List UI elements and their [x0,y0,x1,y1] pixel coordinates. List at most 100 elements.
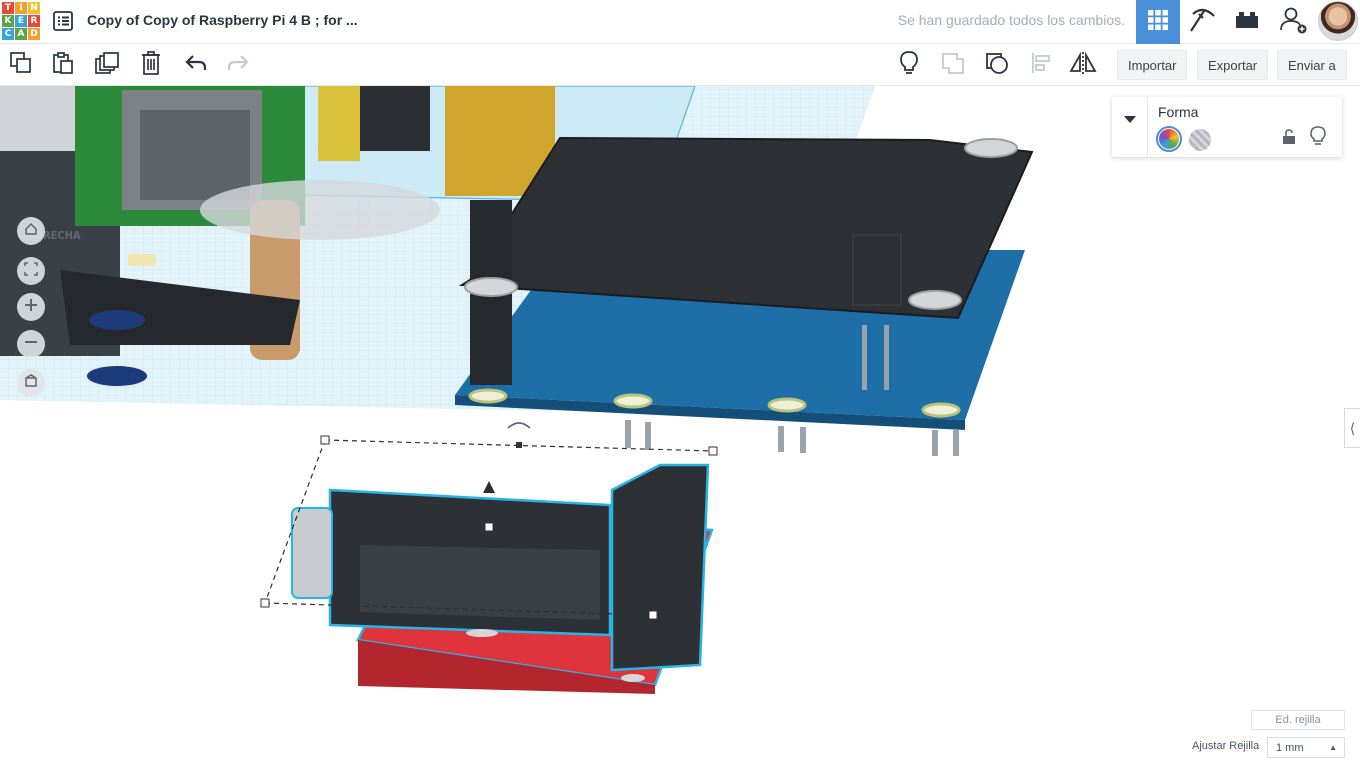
show-all-button[interactable] [894,50,924,80]
top-bar: TIN KER CAD Copy of Copy of Raspberry Pi 4… [0,0,1360,44]
snap-grid-label: Ajustar Rejilla [1192,740,1260,752]
ethernet-socket [140,110,250,200]
import-button[interactable]: Importar [1117,50,1188,80]
group-icon [940,51,966,80]
duplicate-icon [94,51,120,80]
delete-button[interactable] [136,50,166,80]
home-icon [24,222,38,241]
ungroup-icon [984,51,1010,80]
logo-tile: T [2,2,14,14]
lift-arrow-icon[interactable] [483,481,495,493]
resize-handle-ne[interactable] [708,446,718,456]
resize-handle-se[interactable] [648,610,658,620]
side-panel-toggle[interactable]: ⟨ [1344,408,1360,448]
solid-color-button[interactable] [1156,126,1182,152]
copy-icon [9,51,33,80]
washer-3 [964,138,1018,158]
brick-icon [1235,10,1259,35]
home-view-button[interactable] [17,217,45,245]
snap-grid-select[interactable]: 1 mm ▲ [1267,737,1345,758]
unlock-icon [1282,129,1296,149]
adapter-hole [466,629,498,637]
chevron-down-icon [1123,111,1137,129]
shape-inspector: Forma [1112,97,1342,157]
design-title[interactable]: Copy of Copy of Raspberry Pi 4 B ; for .… [87,12,358,28]
height-handle[interactable] [484,522,494,532]
copy-button[interactable] [6,50,36,80]
send-to-button[interactable]: Enviar a [1277,50,1347,80]
logo-tile: C [2,28,14,40]
lightbulb-icon [899,50,919,81]
edge-handle-n[interactable] [516,442,522,448]
vga-connector-front [360,545,600,620]
bricks-view-button[interactable] [1225,0,1269,44]
hide-button[interactable] [1310,126,1326,151]
pickaxe-icon [1187,6,1217,39]
usb-port [0,86,80,151]
pcb-hole-2 [613,393,653,409]
pcb-hole-1 [468,388,508,404]
caret-up-icon: ▲ [1329,743,1337,752]
add-user-icon [1278,5,1308,40]
lightbulb-small-icon [1310,126,1326,150]
washer-1 [464,277,518,297]
logo-tile: R [28,15,40,27]
align-button[interactable] [1026,50,1056,80]
export-button[interactable]: Exportar [1197,50,1269,80]
washer-2 [908,290,962,310]
mirror-button[interactable] [1068,50,1098,80]
led [128,254,156,266]
logo-tile: K [2,15,14,27]
hole-button[interactable] [1189,129,1211,151]
resize-handle-sw[interactable] [260,598,270,608]
edit-toolbar: Importar Exportar Enviar a [0,44,1360,86]
3d-view-button[interactable] [1136,0,1180,44]
lock-button[interactable] [1282,129,1296,150]
plate-post-right [852,234,902,306]
pin-header-block[interactable] [610,463,710,672]
inspector-collapse[interactable] [1112,97,1148,157]
workplane-canvas[interactable]: DERECHA Forma ⟨ Ed. rejilla Ajustar Reji… [0,86,1360,768]
design-list-icon[interactable] [53,11,73,31]
plus-icon [24,298,38,317]
rotate-handle-icon[interactable] [507,422,531,429]
blocks-view-button[interactable] [1180,0,1224,44]
chip [360,86,430,151]
paste-button[interactable] [48,50,78,80]
tinkercad-logo[interactable]: TIN KER CAD [2,2,42,42]
group-button[interactable] [938,50,968,80]
logo-tile: A [15,28,27,40]
blue-screw [89,310,145,330]
ortho-view-button[interactable] [17,369,45,397]
logo-tile: E [15,15,27,27]
redo-button[interactable] [223,50,253,80]
redo-icon [227,54,249,77]
paste-icon [51,51,75,80]
share-user-button[interactable] [1271,0,1315,44]
logo-tile: D [28,28,40,40]
logo-tile: I [15,2,27,14]
3d-scene[interactable] [0,86,1360,768]
zoom-out-button[interactable] [17,330,45,358]
fit-view-button[interactable] [17,257,45,285]
logo-tile: N [28,2,40,14]
adapter-hole-2 [621,674,645,682]
vga-port[interactable] [291,507,333,599]
color-wheel-icon [1159,129,1179,149]
fit-view-icon [24,261,38,281]
ungroup-button[interactable] [982,50,1012,80]
user-avatar[interactable] [1318,1,1358,41]
inspector-title: Forma [1158,104,1199,120]
duplicate-button[interactable] [92,50,122,80]
pcb-hole-3 [767,397,807,413]
resize-handle-nw[interactable] [320,435,330,445]
grid-view-icon [1147,9,1169,36]
undo-button[interactable] [181,50,211,80]
trash-icon [140,50,162,81]
undo-icon [185,54,207,77]
edit-grid-button[interactable]: Ed. rejilla [1251,710,1345,730]
shadow-disc [200,180,440,240]
zoom-in-button[interactable] [17,293,45,321]
mirror-icon [1069,51,1097,80]
pcb-hole-4 [921,402,961,418]
